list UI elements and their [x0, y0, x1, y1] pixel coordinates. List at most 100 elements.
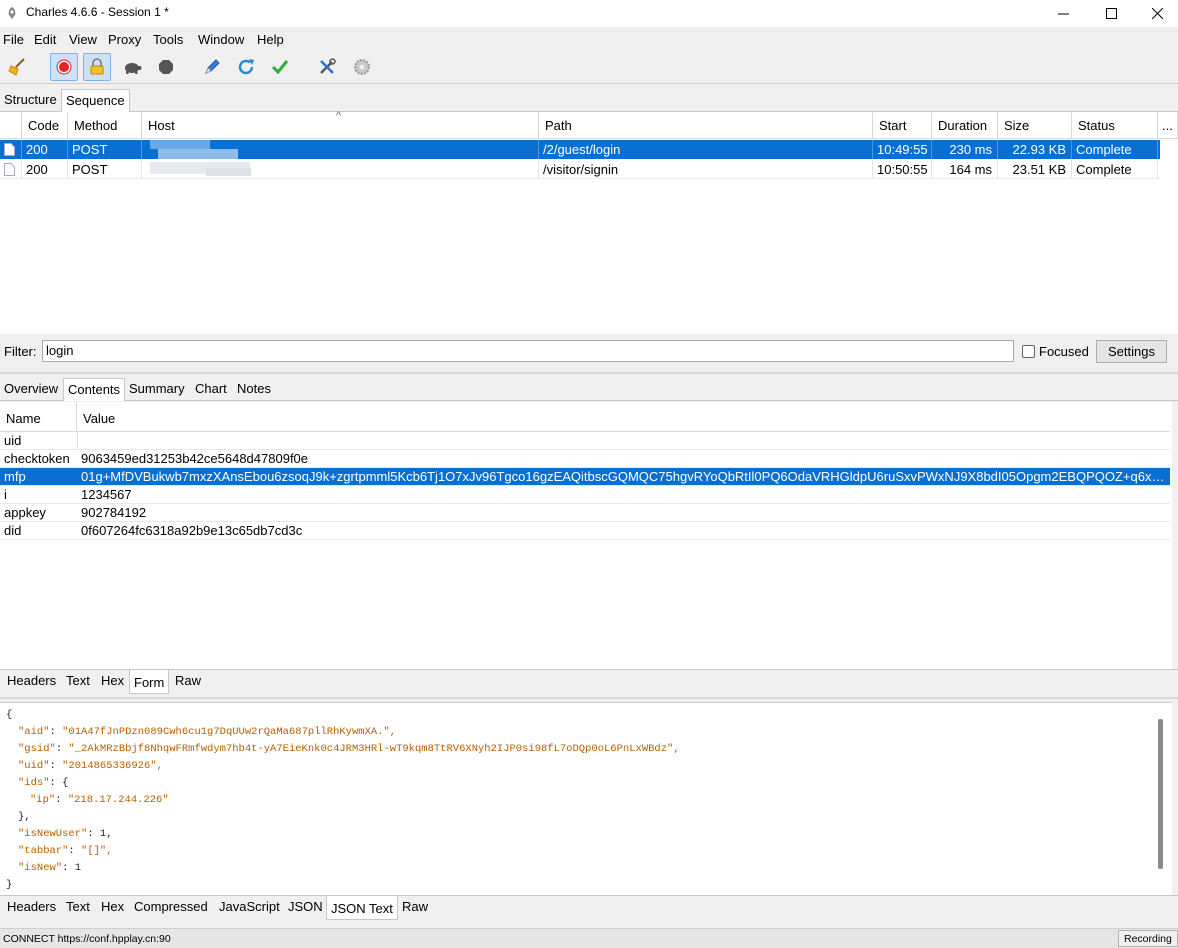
- maximize-button[interactable]: [1088, 0, 1134, 27]
- json-text-view[interactable]: { "aid": "01A47fJnPDzn089Cwh6cu1g7DqUUw2r…: [0, 702, 1172, 895]
- json-line: },: [18, 811, 31, 823]
- form-row[interactable]: i 1234567: [0, 486, 1170, 504]
- json-colon: :: [87, 828, 100, 840]
- json-key: "ids": [18, 777, 50, 789]
- ssl-lock-icon[interactable]: [83, 53, 111, 81]
- tools-icon[interactable]: [313, 53, 341, 81]
- row-host-redacted: [142, 160, 539, 179]
- table-row[interactable]: 200 POST /2/guest/login 10:49:55 230 ms …: [0, 140, 1160, 159]
- column-header-path[interactable]: Path: [539, 112, 873, 139]
- json-colon: :: [55, 794, 68, 806]
- status-connect-text: CONNECT https://conf.hpplay.cn:90: [3, 933, 171, 945]
- refresh-icon[interactable]: [232, 53, 260, 81]
- scrollbar-thumb[interactable]: [1158, 719, 1163, 869]
- checkmark-icon[interactable]: [266, 53, 294, 81]
- toolbar: [0, 50, 1178, 84]
- tab-request-raw[interactable]: Raw: [171, 670, 205, 693]
- menu-file[interactable]: File: [3, 32, 24, 47]
- menu-proxy[interactable]: Proxy: [108, 32, 141, 47]
- json-line: "ids": {: [18, 775, 68, 792]
- tab-overview[interactable]: Overview: [0, 378, 62, 401]
- tab-request-headers[interactable]: Headers: [3, 670, 60, 693]
- settings-button[interactable]: Settings: [1096, 340, 1167, 363]
- column-header-duration[interactable]: Duration: [932, 112, 998, 139]
- json-line: "isNewUser": 1,: [18, 826, 113, 843]
- json-line: "ip": "218.17.244.226": [30, 792, 169, 809]
- request-file-icon: [0, 140, 22, 159]
- tab-response-json-text[interactable]: JSON Text: [326, 896, 398, 920]
- column-header-start[interactable]: Start: [873, 112, 932, 139]
- pen-icon[interactable]: [198, 53, 226, 81]
- tab-contents[interactable]: Contents: [63, 378, 126, 401]
- pane-splitter[interactable]: [0, 372, 1178, 374]
- column-header-code[interactable]: Code: [22, 112, 68, 139]
- column-header-size[interactable]: Size: [998, 112, 1072, 139]
- tab-response-headers[interactable]: Headers: [3, 896, 60, 919]
- row-status: Complete: [1072, 140, 1158, 159]
- close-button[interactable]: [1134, 0, 1178, 27]
- record-icon[interactable]: [50, 53, 78, 81]
- tab-request-form[interactable]: Form: [129, 670, 170, 694]
- filter-input[interactable]: login: [42, 340, 1014, 362]
- json-value: 1,: [99, 828, 113, 840]
- column-header-method[interactable]: Method: [68, 112, 142, 139]
- column-header-status[interactable]: Status: [1072, 112, 1158, 139]
- json-colon: :: [49, 777, 63, 789]
- row-method: POST: [68, 140, 142, 159]
- form-row-name: uid: [4, 433, 22, 448]
- tab-response-compressed[interactable]: Compressed: [130, 896, 212, 919]
- tab-notes[interactable]: Notes: [233, 378, 275, 401]
- form-row-value: 01g+MfDVBukwb7mxzXAnsEbou6zsoqJ9k+zgrtpm…: [81, 469, 1167, 484]
- sequence-table: Code Method Host ^ Path Start Duration S…: [0, 110, 1178, 334]
- recording-button[interactable]: Recording: [1118, 930, 1178, 947]
- json-value: {: [62, 777, 69, 789]
- column-header-more[interactable]: ...: [1158, 112, 1178, 139]
- menu-edit[interactable]: Edit: [34, 32, 56, 47]
- tab-response-hex[interactable]: Hex: [97, 896, 128, 919]
- tab-chart[interactable]: Chart: [191, 378, 231, 401]
- tab-response-text[interactable]: Text: [62, 896, 94, 919]
- menu-help[interactable]: Help: [257, 32, 284, 47]
- row-size: 23.51 KB: [998, 160, 1072, 179]
- form-header-value[interactable]: Value: [77, 402, 1170, 432]
- form-row-value: 0f607264fc6318a92b9e13c65db7cd3c: [81, 523, 303, 538]
- row-method: POST: [68, 160, 142, 179]
- form-row[interactable]: appkey 902784192: [0, 504, 1170, 522]
- tab-response-raw[interactable]: Raw: [398, 896, 432, 919]
- focused-checkbox[interactable]: [1022, 345, 1035, 358]
- settings-gear-icon[interactable]: [348, 53, 376, 81]
- row-duration: 164 ms: [932, 160, 998, 179]
- tab-response-json[interactable]: JSON: [284, 896, 327, 919]
- tab-request-hex[interactable]: Hex: [97, 670, 128, 693]
- table-row[interactable]: 200 POST /visitor/signin 10:50:55 164 ms…: [0, 160, 1160, 179]
- menu-view[interactable]: View: [69, 32, 97, 47]
- form-header-name[interactable]: Name: [0, 402, 77, 432]
- tab-response-javascript[interactable]: JavaScript: [215, 896, 284, 919]
- json-key: "uid": [18, 760, 50, 772]
- menu-tools[interactable]: Tools: [153, 32, 183, 47]
- json-value: "01A47fJnPDzn089Cwh6cu1g7DqUUw2rQaMa687p…: [62, 726, 397, 738]
- tab-summary[interactable]: Summary: [125, 378, 189, 401]
- json-line: "aid": "01A47fJnPDzn089Cwh6cu1g7DqUUw2rQ…: [18, 724, 396, 741]
- turtle-icon[interactable]: [118, 53, 146, 81]
- stop-hexagon-icon[interactable]: [152, 53, 180, 81]
- json-key: "isNewUser": [18, 828, 88, 840]
- request-view-tabstrip: Headers Text Hex Form Raw: [0, 669, 1178, 695]
- form-row-name: i: [4, 487, 7, 502]
- form-row-name: did: [4, 523, 22, 538]
- broom-icon[interactable]: [3, 53, 31, 81]
- column-header-icon[interactable]: [0, 112, 22, 139]
- form-row-name: mfp: [4, 469, 26, 484]
- tab-structure[interactable]: Structure: [0, 89, 61, 112]
- focused-label: Focused: [1039, 344, 1089, 359]
- minimize-button[interactable]: [1040, 0, 1086, 27]
- tab-sequence[interactable]: Sequence: [61, 89, 130, 112]
- pane-splitter-lower[interactable]: [0, 697, 1178, 699]
- json-key: "aid": [18, 726, 50, 738]
- form-row[interactable]: did 0f607264fc6318a92b9e13c65db7cd3c: [0, 522, 1170, 540]
- tab-request-text[interactable]: Text: [62, 670, 94, 693]
- menu-window[interactable]: Window: [198, 32, 244, 47]
- form-row[interactable]: mfp 01g+MfDVBukwb7mxzXAnsEbou6zsoqJ9k+zg…: [0, 468, 1170, 486]
- form-row[interactable]: uid: [0, 432, 1170, 450]
- form-row[interactable]: checktoken 9063459ed31253b42ce5648d47809…: [0, 450, 1170, 468]
